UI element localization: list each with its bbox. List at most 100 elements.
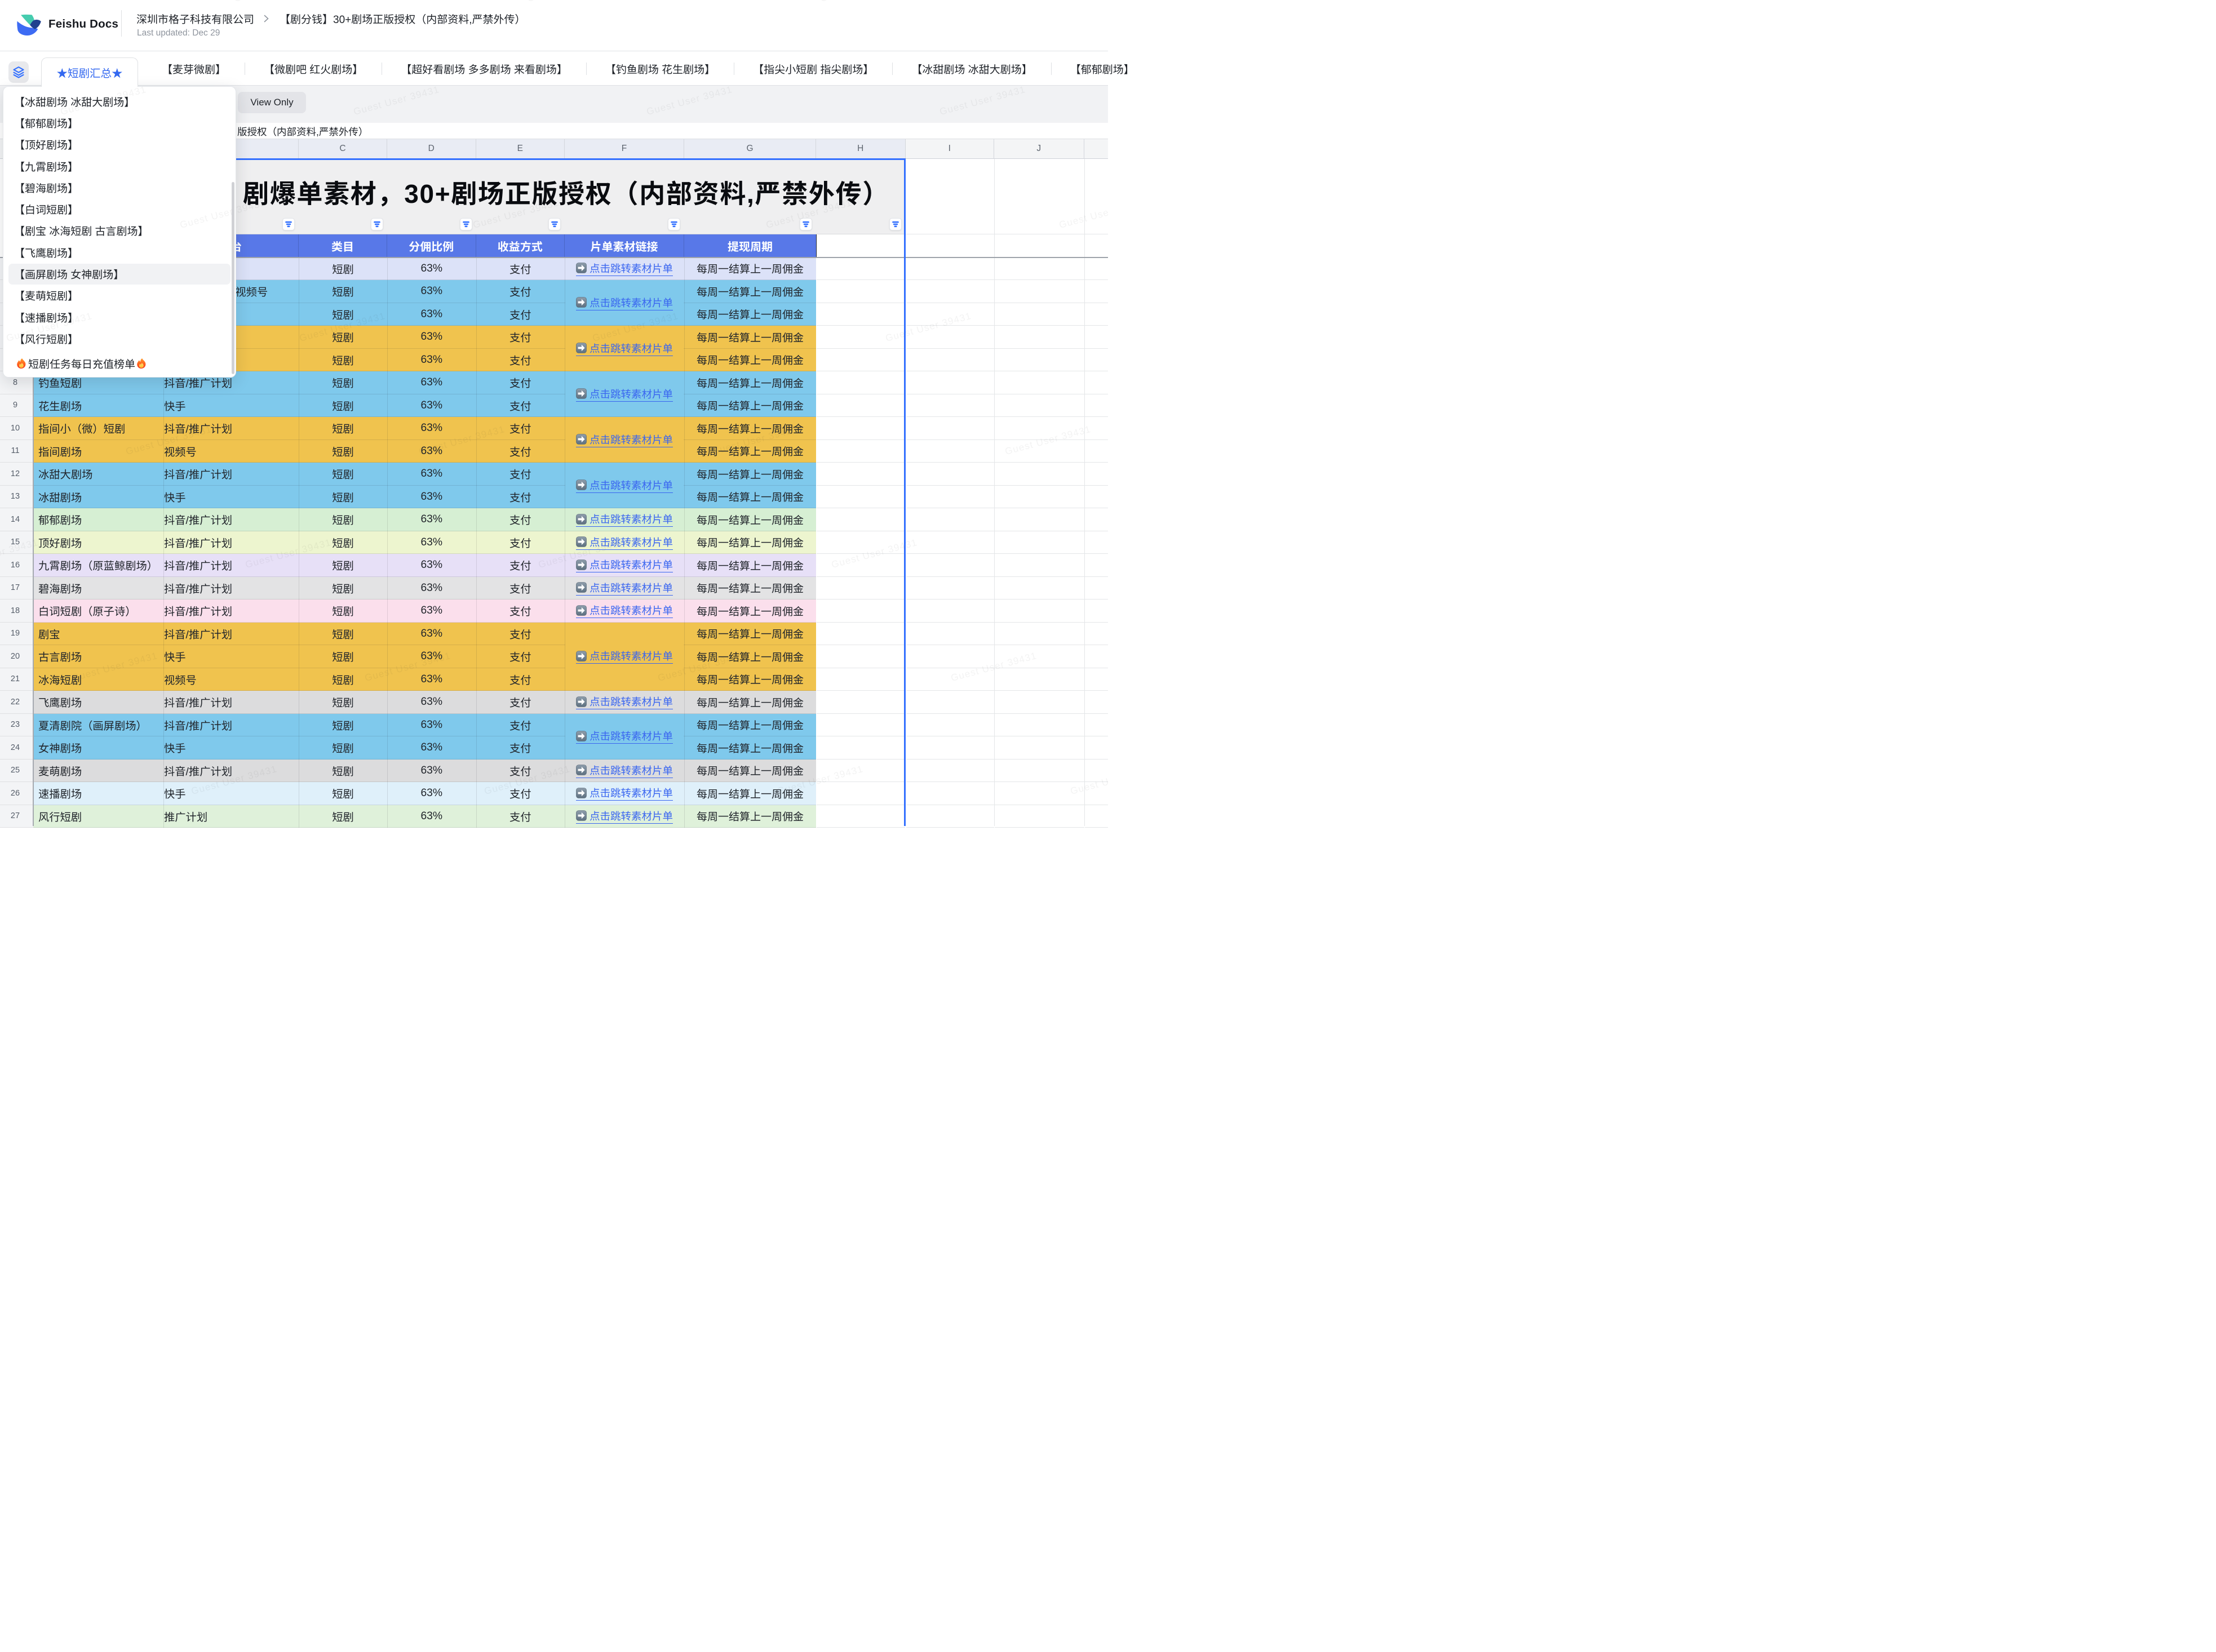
cell-rate[interactable]: 63% bbox=[387, 668, 476, 691]
empty-cell[interactable] bbox=[1085, 805, 1109, 828]
cell-cycle[interactable]: 每周一结算上一周佣金 bbox=[684, 440, 816, 463]
cell-cycle[interactable]: 每周一结算上一周佣金 bbox=[684, 326, 816, 349]
empty-cell[interactable] bbox=[906, 805, 995, 828]
column-header-F[interactable]: F bbox=[565, 139, 684, 158]
cell-cycle[interactable]: 每周一结算上一周佣金 bbox=[684, 554, 816, 577]
empty-cell[interactable] bbox=[817, 440, 905, 463]
cell-cycle[interactable]: 每周一结算上一周佣金 bbox=[684, 645, 816, 668]
cell-platform[interactable]: 快手 bbox=[164, 645, 186, 668]
empty-cell[interactable] bbox=[1085, 645, 1109, 668]
cell-income[interactable]: 支付 bbox=[476, 714, 565, 737]
empty-cell[interactable] bbox=[1085, 280, 1109, 303]
cell-cycle[interactable]: 每周一结算上一周佣金 bbox=[684, 508, 816, 531]
column-header-J[interactable]: J bbox=[994, 139, 1084, 158]
empty-cell[interactable] bbox=[995, 326, 1084, 349]
cell-name[interactable]: 花生剧场 bbox=[38, 394, 82, 418]
cell-cycle[interactable]: 每周一结算上一周佣金 bbox=[684, 303, 816, 326]
cell-cycle[interactable]: 每周一结算上一周佣金 bbox=[684, 577, 816, 600]
cell-rate[interactable]: 63% bbox=[387, 691, 476, 714]
empty-cell[interactable] bbox=[995, 623, 1084, 646]
material-link[interactable]: 点击跳转素材片单 bbox=[576, 763, 673, 778]
cell-category[interactable]: 短剧 bbox=[299, 394, 387, 418]
empty-cell[interactable] bbox=[1085, 486, 1109, 509]
cell-rate[interactable]: 63% bbox=[387, 508, 476, 531]
empty-cell[interactable] bbox=[906, 554, 995, 577]
empty-cell[interactable] bbox=[817, 599, 905, 623]
cell-cycle[interactable]: 每周一结算上一周佣金 bbox=[684, 257, 816, 281]
cell-name[interactable]: 飞鹰剧场 bbox=[38, 691, 82, 714]
empty-cell[interactable] bbox=[1085, 782, 1109, 805]
empty-cell[interactable] bbox=[1085, 303, 1109, 326]
cell-platform[interactable]: 抖音/推广计划 bbox=[164, 714, 232, 737]
empty-cell[interactable] bbox=[817, 326, 905, 349]
cell-rate[interactable]: 63% bbox=[387, 577, 476, 600]
empty-cell[interactable] bbox=[906, 577, 995, 600]
cell-income[interactable]: 支付 bbox=[476, 349, 565, 372]
material-link[interactable]: 点击跳转素材片单 bbox=[576, 729, 673, 744]
sheet-tab[interactable]: 【指尖小短剧 指尖剧场】 bbox=[734, 61, 892, 77]
material-link[interactable]: 点击跳转素材片单 bbox=[576, 341, 673, 356]
cell-name[interactable]: 古言剧场 bbox=[38, 645, 82, 668]
cell-platform[interactable]: 快手 bbox=[164, 736, 186, 760]
cell-rate[interactable]: 63% bbox=[387, 463, 476, 486]
breadcrumb-doc-title[interactable]: 【剧分钱】30+剧场正版授权（内部资料,严禁外传） bbox=[280, 11, 526, 26]
empty-cell[interactable] bbox=[906, 394, 995, 418]
sheet-tab[interactable]: 【超好看剧场 多多剧场 来看剧场】 bbox=[382, 61, 586, 77]
row-number[interactable]: 26 bbox=[0, 782, 33, 805]
cell-income[interactable]: 支付 bbox=[476, 394, 565, 418]
row-number[interactable]: 9 bbox=[0, 394, 33, 418]
cell-category[interactable]: 短剧 bbox=[299, 599, 387, 623]
cell-income[interactable]: 支付 bbox=[476, 326, 565, 349]
cell-income[interactable]: 支付 bbox=[476, 805, 565, 828]
cell-income[interactable]: 支付 bbox=[476, 577, 565, 600]
cell-rate[interactable]: 63% bbox=[387, 782, 476, 805]
cell-name[interactable]: 麦萌剧场 bbox=[38, 760, 82, 783]
filter-icon[interactable] bbox=[371, 218, 383, 230]
empty-cell[interactable] bbox=[817, 714, 905, 737]
cell-name[interactable]: 风行短剧 bbox=[38, 805, 82, 828]
row-number[interactable]: 10 bbox=[0, 417, 33, 440]
cell-income[interactable]: 支付 bbox=[476, 623, 565, 646]
empty-cell[interactable] bbox=[1085, 531, 1109, 554]
cell-platform[interactable]: 视频号 bbox=[164, 668, 197, 691]
cell-cycle[interactable]: 每周一结算上一周佣金 bbox=[684, 417, 816, 440]
cell-category[interactable]: 短剧 bbox=[299, 280, 387, 303]
cell-rate[interactable]: 63% bbox=[387, 257, 476, 281]
cell-category[interactable]: 短剧 bbox=[299, 691, 387, 714]
cell-category[interactable]: 短剧 bbox=[299, 417, 387, 440]
cell-income[interactable]: 支付 bbox=[476, 440, 565, 463]
empty-cell[interactable] bbox=[817, 349, 905, 372]
column-header-D[interactable]: D bbox=[387, 139, 476, 158]
header-cell-withdraw[interactable]: 提现周期 bbox=[684, 234, 816, 257]
empty-cell[interactable] bbox=[995, 440, 1084, 463]
cell-category[interactable]: 短剧 bbox=[299, 623, 387, 646]
cell-platform[interactable]: 抖音/推广计划 bbox=[164, 760, 232, 783]
menu-item[interactable]: 【速播剧场】 bbox=[3, 307, 236, 328]
cell-category[interactable]: 短剧 bbox=[299, 668, 387, 691]
column-header-G[interactable]: G bbox=[684, 139, 816, 158]
cell-platform[interactable]: 抖音/推广计划 bbox=[164, 463, 232, 486]
row-number[interactable]: 17 bbox=[0, 577, 33, 600]
cell-name[interactable]: 夏清剧院（画屏剧场） bbox=[38, 714, 147, 737]
cell-category[interactable]: 短剧 bbox=[299, 508, 387, 531]
cell-rate[interactable]: 63% bbox=[387, 623, 476, 646]
cell-name[interactable]: 女神剧场 bbox=[38, 736, 82, 760]
cell-category[interactable]: 短剧 bbox=[299, 486, 387, 509]
empty-cell[interactable] bbox=[817, 463, 905, 486]
empty-cell[interactable] bbox=[817, 508, 905, 531]
cell-category[interactable]: 短剧 bbox=[299, 440, 387, 463]
cell-rate[interactable]: 63% bbox=[387, 349, 476, 372]
empty-cell[interactable] bbox=[1085, 508, 1109, 531]
empty-cell[interactable] bbox=[817, 371, 905, 394]
sheet-tab[interactable]: 【冰甜剧场 冰甜大剧场】 bbox=[893, 61, 1051, 77]
material-link[interactable]: 点击跳转素材片单 bbox=[576, 603, 673, 618]
empty-cell[interactable] bbox=[995, 508, 1084, 531]
sheet-tab[interactable]: 【郁郁剧场】 bbox=[1052, 61, 1153, 77]
empty-cell[interactable] bbox=[817, 280, 905, 303]
empty-cell[interactable] bbox=[906, 714, 995, 737]
empty-cell[interactable] bbox=[817, 668, 905, 691]
empty-cell[interactable] bbox=[995, 691, 1084, 714]
empty-cell[interactable] bbox=[817, 394, 905, 418]
active-sheet-tab[interactable]: ★短剧汇总★ bbox=[41, 57, 138, 87]
cell-income[interactable]: 支付 bbox=[476, 668, 565, 691]
